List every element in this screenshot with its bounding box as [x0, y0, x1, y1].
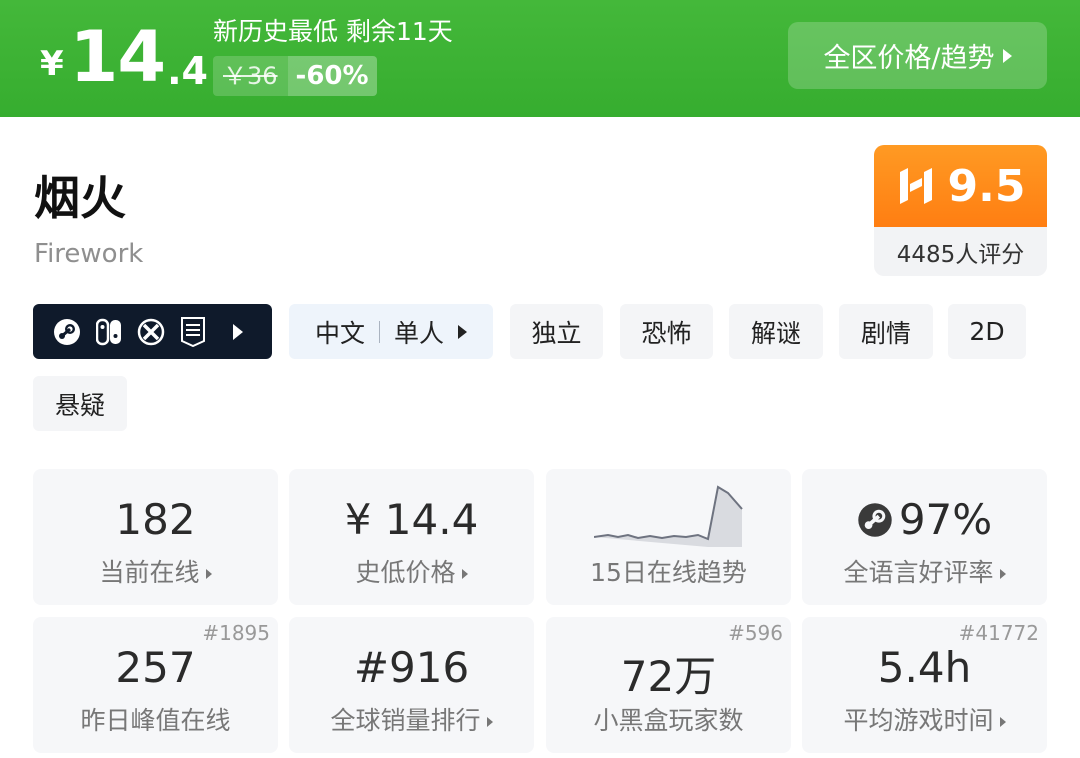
divider: [379, 320, 380, 343]
switch-icon: [95, 318, 123, 346]
price-decimal: .4: [167, 49, 208, 93]
game-subtitle: Firework: [34, 239, 144, 269]
stat-label-text: 全球销量排行: [330, 706, 481, 735]
stat-value-text: 97%: [898, 495, 993, 544]
game-title: 烟火: [34, 171, 126, 225]
price-banner: ¥ 14 .4 新历史最低 剩余11天 ￥36 -60% 全区价格/趋势: [0, 0, 1080, 117]
stat-label: 全球销量排行: [289, 701, 534, 737]
stat-lowest-price[interactable]: ¥ 14.4 史低价格: [289, 469, 534, 605]
stat-rank: #596: [728, 621, 783, 645]
stat-label-text: 史低价格: [355, 558, 456, 587]
current-price: ¥ 14 .4: [40, 16, 208, 98]
steam-icon: [53, 318, 81, 346]
stat-value: #916: [353, 643, 470, 692]
online-trend-sparkline: [594, 485, 743, 547]
discount-badge: -60%: [287, 56, 377, 96]
chevron-right-icon: [999, 717, 1006, 727]
stat-label: 全语言好评率: [802, 553, 1047, 589]
stat-label-text: 平均游戏时间: [843, 706, 994, 735]
promo-info: 新历史最低 剩余11天 ￥36 -60%: [213, 12, 453, 96]
stat-value: 72万: [620, 652, 717, 701]
stat-value: 257: [115, 643, 196, 692]
currency-symbol: ¥: [40, 44, 64, 84]
tag-2d[interactable]: 2D: [948, 304, 1026, 359]
score-card[interactable]: 9.5 4485人评分: [874, 145, 1047, 276]
chevron-right-icon: [486, 717, 493, 727]
stat-label-text: 全语言好评率: [843, 558, 994, 587]
chevron-right-icon: [999, 569, 1006, 579]
stat-label: 当前在线: [33, 553, 278, 589]
score-count: 4485人评分: [896, 241, 1025, 268]
stat-avg-playtime[interactable]: #41772 5.4h 平均游戏时间: [802, 617, 1047, 753]
stat-heybox-players[interactable]: #596 72万 小黑盒玩家数: [546, 617, 791, 753]
language-label: 中文: [314, 318, 365, 348]
stat-value: 182: [115, 495, 196, 544]
score-value: 9.5: [947, 160, 1026, 212]
steam-icon: [858, 503, 892, 537]
stat-label: 昨日峰值在线: [80, 706, 231, 735]
tag-story[interactable]: 剧情: [839, 304, 933, 359]
chevron-right-icon: [233, 323, 243, 340]
stat-label: 小黑盒玩家数: [593, 706, 744, 735]
tag-horror[interactable]: 恐怖: [620, 304, 713, 359]
tag-indie[interactable]: 独立: [510, 304, 603, 359]
stat-current-online[interactable]: 182 当前在线: [33, 469, 278, 605]
chevron-right-icon: [458, 324, 468, 339]
mode-label: 单人: [394, 318, 445, 348]
region-price-trend-label: 全区价格/趋势: [823, 43, 995, 74]
stat-label: 平均游戏时间: [802, 701, 1047, 737]
tag-puzzle[interactable]: 解谜: [729, 304, 823, 359]
stat-value: ¥ 14.4: [344, 495, 479, 544]
heybox-logo-icon: [899, 168, 932, 204]
epic-games-icon: [179, 316, 207, 347]
original-price: ￥36: [213, 56, 288, 96]
stat-value: 5.4h: [877, 643, 972, 692]
stat-label-text: 当前在线: [99, 558, 200, 587]
chevron-right-icon: [461, 569, 468, 579]
region-price-trend-button[interactable]: 全区价格/趋势: [788, 22, 1047, 89]
stat-positive-rate[interactable]: 97% 全语言好评率: [802, 469, 1047, 605]
stat-online-trend[interactable]: 15日在线趋势: [546, 469, 791, 605]
stat-label: 史低价格: [289, 553, 534, 589]
chevron-right-icon: [1002, 48, 1012, 63]
price-integer: 14: [69, 16, 166, 98]
stat-yesterday-peak[interactable]: #1895 257 昨日峰值在线: [33, 617, 278, 753]
platform-selector[interactable]: [33, 304, 272, 359]
chevron-right-icon: [205, 569, 212, 579]
stat-rank: #1895: [202, 621, 270, 645]
stat-rank: #41772: [958, 621, 1039, 645]
language-mode-tag[interactable]: 中文 单人: [289, 304, 493, 359]
stat-value: 97%: [802, 495, 1047, 544]
xbox-icon: [137, 318, 165, 346]
promo-text: 新历史最低 剩余11天: [213, 17, 453, 46]
stat-global-sales-rank[interactable]: #916 全球销量排行: [289, 617, 534, 753]
stat-label: 15日在线趋势: [590, 558, 747, 587]
tag-suspense[interactable]: 悬疑: [33, 376, 127, 431]
